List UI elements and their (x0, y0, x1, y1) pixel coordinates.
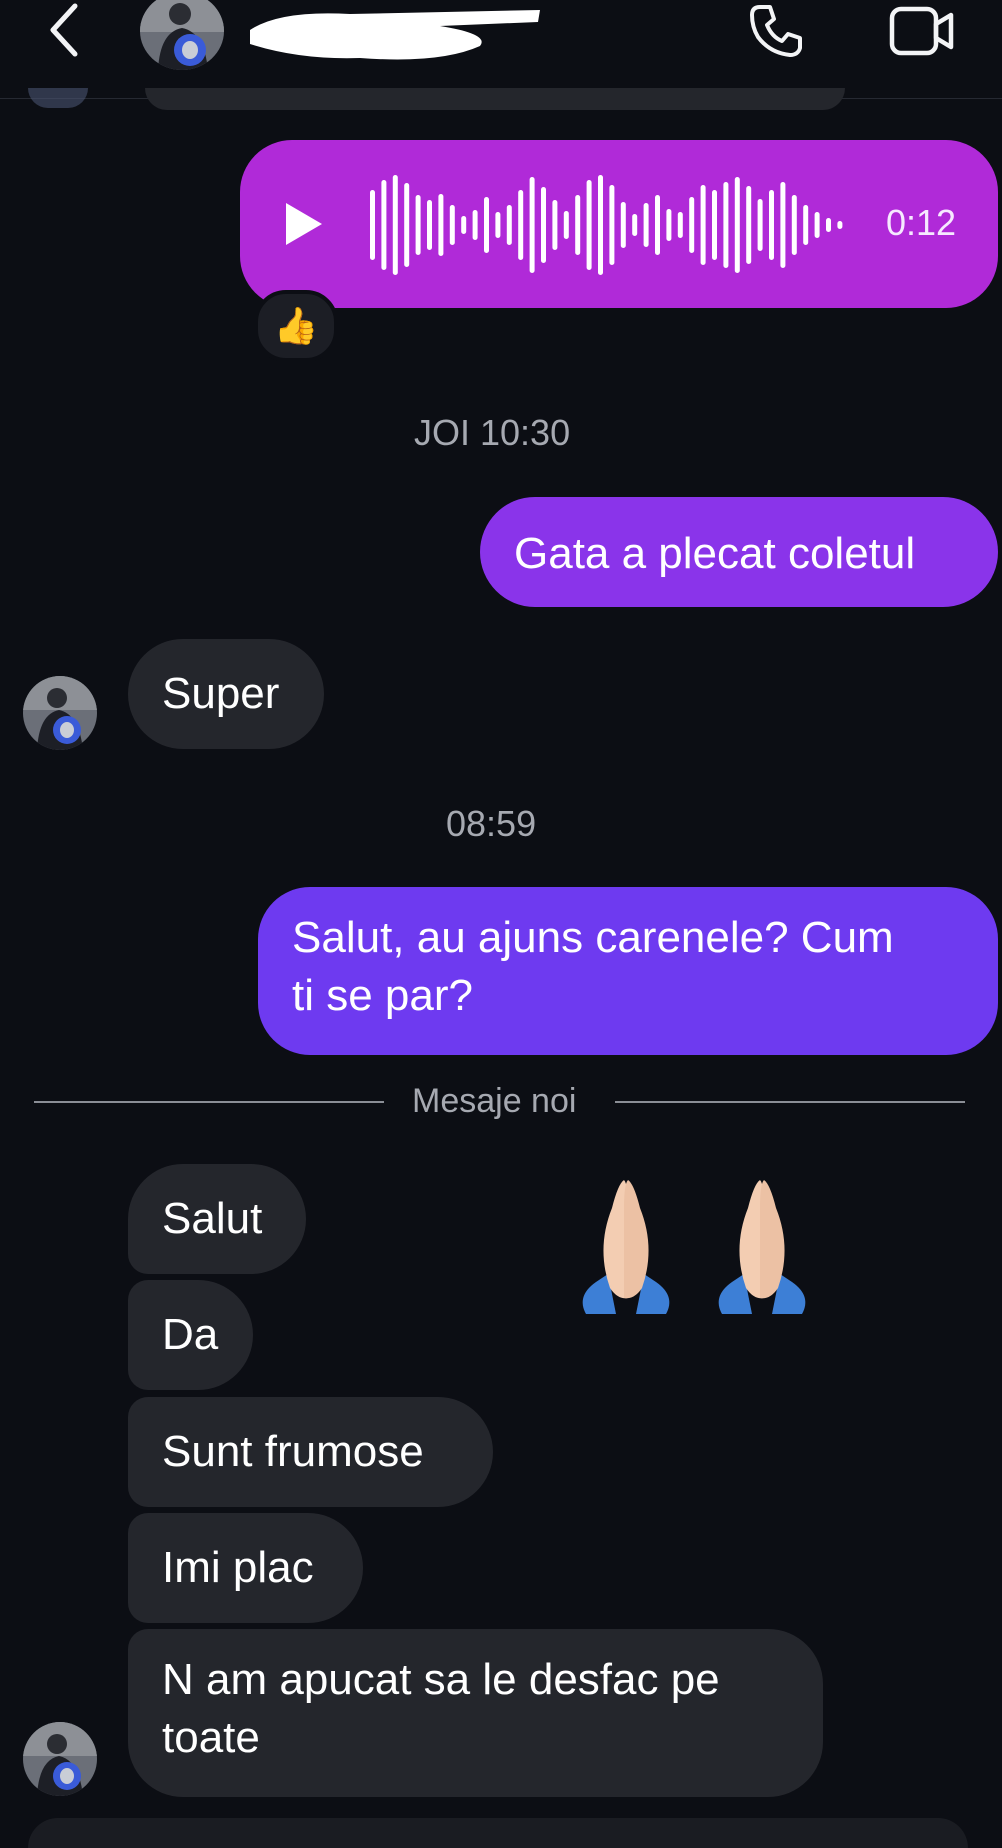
message-text: Da (162, 1310, 219, 1359)
waveform-bar (370, 190, 375, 260)
waveform-bar (791, 195, 797, 255)
waveform-bar (484, 197, 489, 253)
play-icon (286, 203, 322, 245)
incoming-message[interactable]: Salut (128, 1164, 306, 1274)
message-text: Super (162, 669, 280, 718)
outgoing-message[interactable]: Gata a plecat coletul (480, 497, 998, 607)
incoming-message[interactable]: Da (128, 1280, 253, 1390)
message-text-line: ti se par? (292, 971, 473, 1020)
waveform-bar (746, 186, 752, 264)
new-messages-label: Mesaje noi (412, 1082, 577, 1120)
video-camera-icon (889, 6, 954, 56)
praying-hands-icon[interactable] (556, 1178, 830, 1314)
waveform-bar (541, 187, 546, 263)
divider-line (34, 1101, 384, 1103)
sender-avatar[interactable] (23, 1722, 97, 1796)
incoming-message[interactable]: Super (128, 639, 324, 749)
waveform-bar (780, 182, 786, 268)
waveform-bar (837, 221, 843, 229)
waveform-bar (415, 195, 421, 255)
waveform-bar (826, 218, 831, 232)
voice-call-button[interactable] (740, 0, 812, 66)
waveform-bar (700, 185, 706, 265)
contact-name-redacted[interactable] (240, 0, 540, 62)
message-text-line: toate (162, 1713, 260, 1762)
waveform-bar (472, 210, 478, 240)
waveform-bar (655, 195, 660, 255)
timestamp: JOI 10:30 (414, 412, 571, 453)
waveform-bar (643, 203, 649, 247)
waveform-bar (666, 209, 672, 241)
outgoing-message[interactable]: Salut, au ajuns carenele? Cum ti se par? (258, 887, 998, 1055)
waveform-bar (723, 182, 729, 268)
waveform-bar (803, 205, 809, 245)
incoming-message[interactable]: N am apucat sa le desfac pe toate (128, 1629, 823, 1797)
waveform-bar (552, 200, 558, 250)
waveform-bar (449, 205, 455, 245)
waveform-bar (620, 202, 626, 248)
waveform-bar (381, 180, 387, 270)
message-text: Gata a plecat coletul (514, 529, 916, 578)
incoming-message[interactable]: Imi plac (128, 1513, 363, 1623)
play-button[interactable] (282, 200, 326, 248)
waveform-bar (598, 175, 603, 275)
waveform-bar (529, 177, 535, 273)
composer-edge (28, 1818, 968, 1848)
waveform-bar (461, 216, 467, 234)
waveform-bar (757, 199, 763, 251)
phone-icon (750, 5, 802, 57)
message-text: Sunt frumose (162, 1427, 424, 1476)
waveform-bar (734, 177, 740, 273)
waveform-bar (563, 211, 569, 239)
message-text: Salut (162, 1194, 263, 1243)
waveform-bar (575, 195, 581, 255)
chevron-left-icon (50, 3, 78, 57)
waveform-bar (632, 214, 638, 236)
video-call-button[interactable] (884, 0, 960, 66)
waveform-bar (506, 205, 512, 245)
timestamp: 08:59 (446, 803, 537, 844)
waveform-bar (609, 185, 615, 265)
waveform-bar (689, 197, 695, 253)
waveform-bar (495, 212, 501, 238)
incoming-message[interactable]: Sunt frumose (128, 1397, 493, 1507)
waveform-bar (677, 212, 683, 238)
previous-avatar-edge (28, 88, 88, 108)
back-button[interactable] (40, 2, 90, 58)
message-text-line: N am apucat sa le desfac pe (162, 1655, 720, 1704)
waveform-bar (404, 183, 410, 267)
voice-waveform[interactable] (364, 170, 854, 280)
message-text-line: Salut, au ajuns carenele? Cum (292, 913, 894, 962)
waveform-bar (769, 190, 774, 260)
sender-avatar[interactable] (23, 676, 97, 750)
voice-duration: 0:12 (886, 202, 957, 243)
waveform-bar (712, 190, 717, 260)
waveform-bar (427, 200, 432, 250)
waveform-bar (438, 194, 444, 256)
previous-message-edge (145, 88, 845, 110)
waveform-bar (586, 180, 592, 270)
waveform-bar (392, 175, 398, 275)
waveform-bar (518, 190, 524, 260)
message-text: Imi plac (162, 1543, 314, 1592)
waveform-bar (814, 212, 820, 238)
divider-line (615, 1101, 965, 1103)
reaction-badge[interactable]: 👍 (254, 290, 338, 362)
